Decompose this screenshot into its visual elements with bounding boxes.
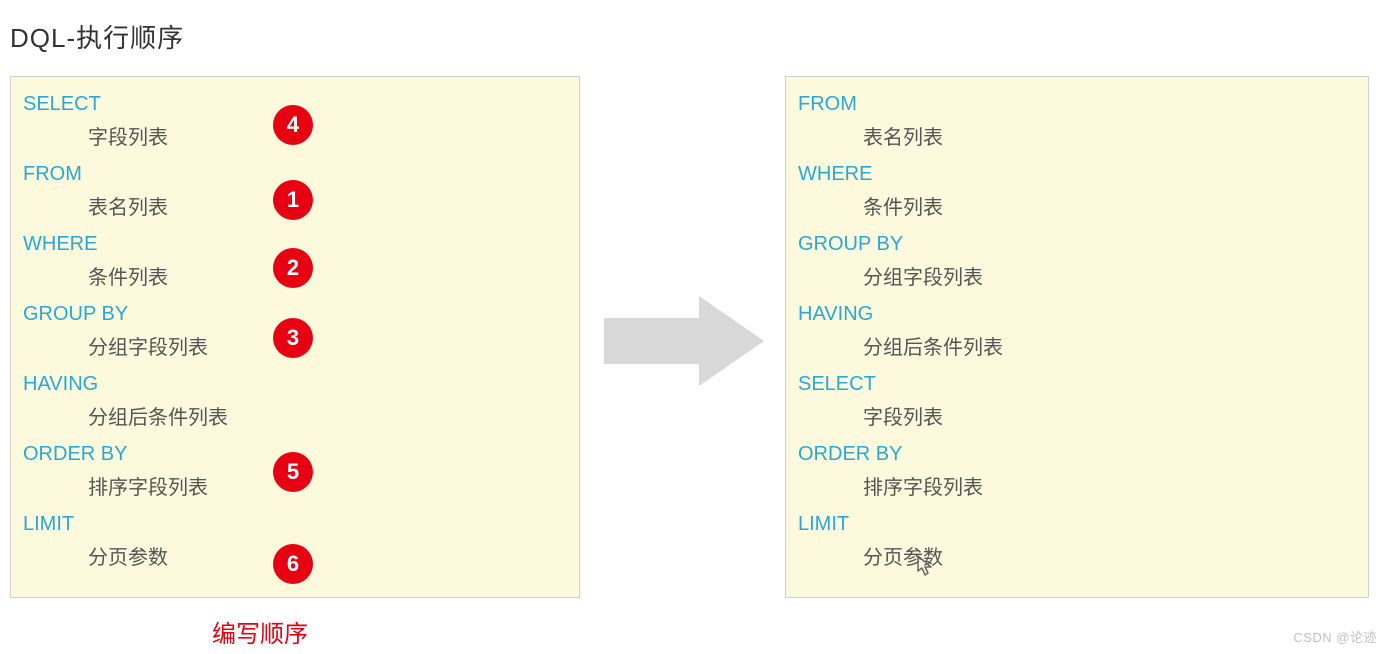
- watermark: CSDN @论迹: [1293, 627, 1377, 646]
- desc: 分页参数: [798, 541, 1356, 575]
- desc: 分组后条件列表: [23, 401, 567, 435]
- order-badge-5: 5: [273, 452, 313, 492]
- clause-orderby: ORDER BY 排序字段列表: [798, 437, 1356, 505]
- desc: 分组字段列表: [798, 261, 1356, 295]
- exec-order-panel: FROM 表名列表 WHERE 条件列表 GROUP BY 分组字段列表 HAV…: [785, 76, 1369, 598]
- keyword: WHERE: [798, 157, 1356, 191]
- clause-limit: LIMIT 分页参数: [798, 507, 1356, 575]
- keyword: FROM: [798, 87, 1356, 121]
- clause-groupby: GROUP BY 分组字段列表: [798, 227, 1356, 295]
- desc: 表名列表: [798, 121, 1356, 155]
- keyword: ORDER BY: [798, 437, 1356, 471]
- order-badge-2: 2: [273, 248, 313, 288]
- keyword: HAVING: [798, 297, 1356, 331]
- left-caption: 编写顺序: [212, 614, 308, 649]
- page-title: DQL-执行顺序: [10, 18, 184, 55]
- order-badge-1: 1: [273, 180, 313, 220]
- keyword: LIMIT: [23, 507, 567, 541]
- order-badge-3: 3: [273, 318, 313, 358]
- keyword: LIMIT: [798, 507, 1356, 541]
- keyword: SELECT: [798, 367, 1356, 401]
- desc: 字段列表: [798, 401, 1356, 435]
- desc: 分组后条件列表: [798, 331, 1356, 365]
- keyword: GROUP BY: [798, 227, 1356, 261]
- clause-where: WHERE 条件列表: [798, 157, 1356, 225]
- clause-having: HAVING 分组后条件列表: [23, 367, 567, 435]
- desc: 排序字段列表: [798, 471, 1356, 505]
- keyword: HAVING: [23, 367, 567, 401]
- order-badge-4: 4: [273, 105, 313, 145]
- clause-select: SELECT 字段列表: [798, 367, 1356, 435]
- cursor-icon: [917, 555, 933, 577]
- order-badge-6: 6: [273, 544, 313, 584]
- desc: 条件列表: [798, 191, 1356, 225]
- clause-from: FROM 表名列表: [798, 87, 1356, 155]
- clause-having: HAVING 分组后条件列表: [798, 297, 1356, 365]
- arrow-right-icon: [604, 296, 764, 386]
